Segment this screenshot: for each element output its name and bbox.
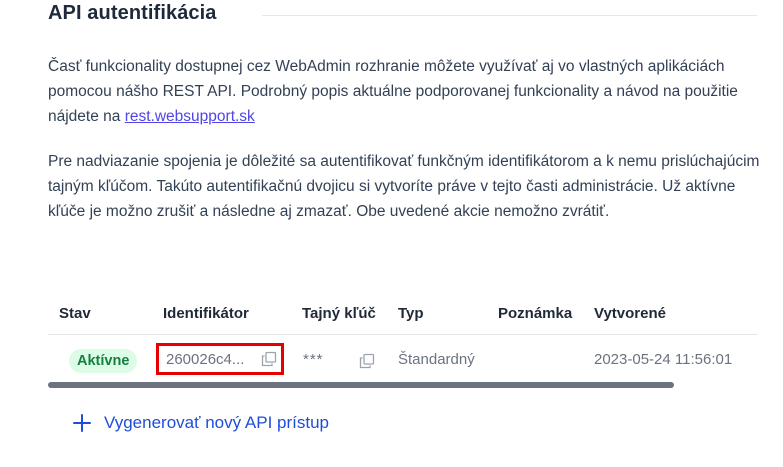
title-divider [262, 15, 757, 16]
header-identifier: Identifikátor [163, 305, 249, 322]
header-secret: Tajný kľúč [302, 305, 376, 322]
plus-icon [72, 413, 92, 433]
identifier-value: 260026c4... [166, 351, 245, 368]
header-note: Poznámka [498, 305, 573, 322]
intro-paragraph-2: Pre nadviazanie spojenia je dôležité sa … [48, 153, 760, 220]
table-header: Stav Identifikátor Tajný kľúč Typ Poznám… [48, 296, 758, 335]
api-keys-table: Stav Identifikátor Tajný kľúč Typ Poznám… [48, 296, 758, 385]
copy-icon[interactable] [359, 353, 375, 369]
generate-api-access-button[interactable]: Vygenerovať nový API prístup [72, 410, 329, 436]
intro-paragraph-1: Časť funkcionality dostupnej cez WebAdmi… [48, 54, 763, 129]
rest-docs-link[interactable]: rest.websupport.sk [125, 108, 255, 125]
table-row: Aktívne 260026c4... *** Štandardný 2023-… [48, 335, 758, 385]
section-header: API autentifikácia [0, 0, 783, 36]
identifier-cell: 260026c4... [156, 343, 284, 375]
created-value: 2023-05-24 11:56:01 [594, 351, 733, 368]
horizontal-scrollbar[interactable] [48, 382, 674, 388]
header-status: Stav [59, 305, 91, 322]
secret-value: *** [303, 351, 324, 368]
type-value: Štandardný [398, 351, 475, 368]
section-title: API autentifikácia [48, 2, 217, 24]
header-type: Typ [398, 305, 424, 322]
copy-icon[interactable] [261, 351, 277, 367]
header-created: Vytvorené [594, 305, 666, 322]
status-badge: Aktívne [69, 349, 138, 373]
generate-api-access-label: Vygenerovať nový API prístup [104, 413, 329, 432]
